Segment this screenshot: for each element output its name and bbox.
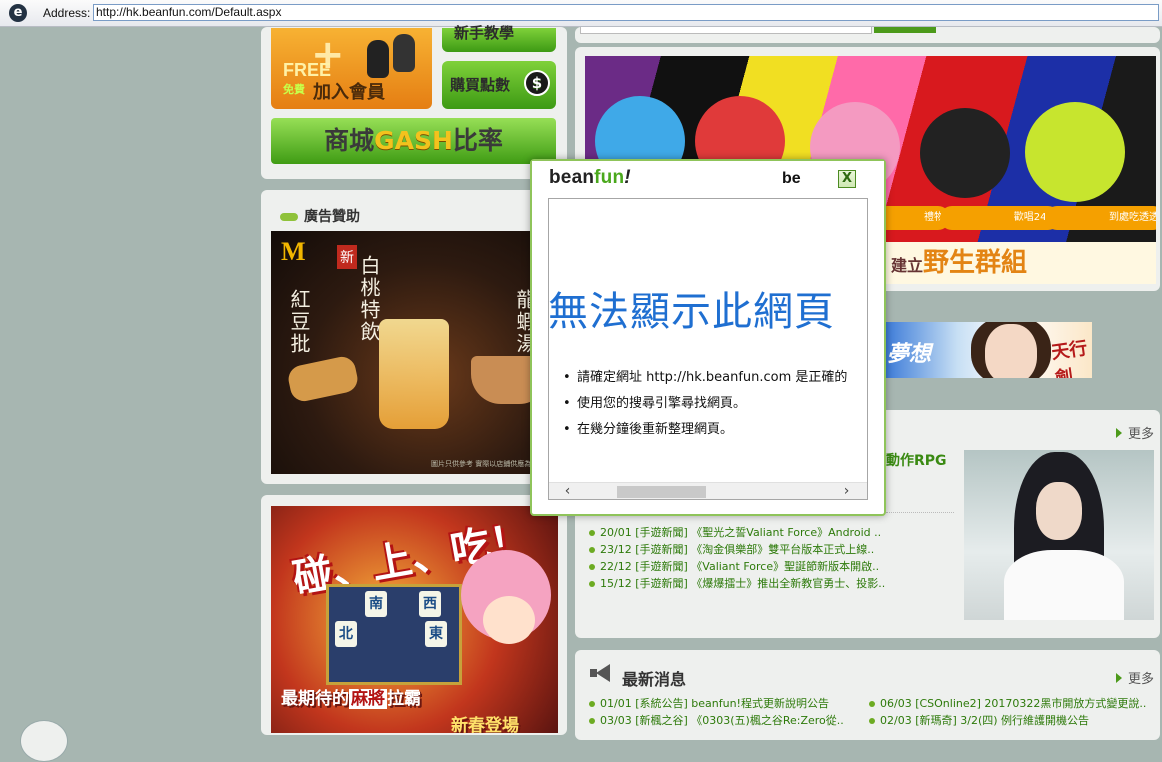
tile-2: 西 (419, 591, 441, 617)
join-member-button[interactable]: + FREE 免費 加入會員 (271, 28, 432, 109)
wild-prefix: 建立 (891, 256, 924, 275)
beanfun-logo: beanfun! (549, 167, 631, 189)
news-item[interactable]: 06/03 [CSOnline2] 20170322黑市開放方式變更說.. (869, 695, 1156, 712)
free-sub-label: 免費 (283, 83, 305, 96)
error-suggestions: 請確定網址 http://hk.beanfun.com 是正確的 使用您的搜尋引… (577, 369, 847, 447)
search-button[interactable] (874, 27, 936, 33)
logo-bean: bean (549, 167, 595, 188)
green-mascot-image (1025, 102, 1125, 202)
address-bar: e Address: http://hk.beanfun.com/Default… (0, 0, 1162, 27)
horizontal-scrollbar[interactable]: ‹ › (549, 482, 867, 499)
character-robe (1004, 550, 1124, 620)
dream-game-ad[interactable]: 夢想 天行劍 (885, 322, 1092, 378)
ad-fineprint: 圖片只供參考 實際以店鋪供應為準 (431, 460, 539, 468)
ad-section-label: 廣告贊助 (304, 209, 360, 225)
address-label: Address: (43, 6, 91, 20)
rpg-character-image[interactable] (964, 450, 1154, 620)
join-label: 加入會員 (313, 82, 385, 103)
popup-content-frame: 無法顯示此網頁 請確定網址 http://hk.beanfun.com 是正確的… (548, 198, 868, 500)
dream-face-image (985, 324, 1037, 378)
scroll-to-top-button[interactable] (20, 720, 68, 762)
wild-group-title: 建立野生群組 (891, 242, 1027, 279)
buy-points-button[interactable]: 購買點數 $ (442, 61, 556, 109)
tutorial-label: 新手教學 (454, 24, 515, 42)
pill-icon (280, 213, 298, 221)
character-face (1036, 482, 1082, 540)
news-item[interactable]: 03/03 [新楓之谷] 《0303(五)楓之谷Re:Zero從.. (589, 712, 859, 729)
popup-header: beanfun! be X (532, 161, 884, 197)
ad-text-red-bean-pie: 紅豆批 (287, 289, 311, 355)
news-item[interactable]: 22/12 [手遊新聞] 《Valiant Force》聖誕節新版本開啟.. (589, 558, 889, 575)
gash-suffix: 比率 (452, 126, 503, 155)
dream-ad-title: 天行劍 (1050, 337, 1089, 378)
pie-image (286, 354, 360, 404)
megaphone-icon (590, 664, 612, 682)
dream-ad-text: 夢想 (887, 342, 932, 367)
black-mascot-image (920, 108, 1010, 198)
banner-pill-3: 到處吃透透 (1045, 206, 1156, 230)
tile-3: 北 (335, 621, 357, 647)
ad-section-title: 廣告贊助 (280, 206, 360, 226)
login-popup: beanfun! be X 無法顯示此網頁 請確定網址 http://hk.be… (530, 159, 886, 516)
latest-news-title: 最新消息 (622, 670, 687, 689)
new-badge: 新 (337, 245, 357, 269)
tile-4: 東 (425, 621, 447, 647)
error-suggestion: 使用您的搜尋引擎尋找網頁。 (577, 395, 847, 421)
logo-fun: fun (594, 167, 625, 188)
news-item[interactable]: 15/12 [手遊新聞] 《爆爆擂士》推出全新教官勇士、投影.. (589, 575, 889, 592)
error-suggestion: 在幾分鐘後重新整理網頁。 (577, 421, 847, 447)
mcdonalds-ad-image[interactable]: M 新 紅豆批 白桃特飲 龍蝦湯 圖片只供參考 實際以店鋪供應為準 (271, 231, 558, 474)
gash-prefix: 商城 (324, 126, 375, 155)
tutorial-button[interactable]: 新手教學 (442, 24, 556, 52)
game-news-list: 20/01 [手遊新聞] 《聖光之誓Valiant Force》Android … (589, 524, 889, 592)
gash-rate-button[interactable]: 商城GASH比率 (271, 118, 556, 164)
dollar-coin-icon: $ (524, 70, 550, 96)
buy-points-label: 購買點數 (450, 76, 511, 94)
drink-image (379, 319, 449, 429)
scroll-left-icon[interactable]: ‹ (559, 483, 576, 499)
more-link-news[interactable]: 更多 (1116, 668, 1154, 687)
mcdonalds-logo: M (281, 237, 306, 266)
news-item[interactable]: 02/03 [新瑪奇] 3/2(四) 例行維護開機公告 (869, 712, 1156, 729)
mahjong-slot-ad-image[interactable]: 碰、上、吃！ 南 西 北 東 最期待的 麻將 拉霸 新春登場 (271, 506, 558, 733)
game-ad-text-pre: 最期待的 (281, 689, 349, 709)
game-ad-bottom-text: 最期待的 麻將 拉霸 (281, 684, 421, 709)
more-link-games[interactable]: 更多 (1116, 423, 1154, 442)
latest-news-right: 06/03 [CSOnline2] 20170322黑市開放方式變更說.. 02… (869, 695, 1156, 729)
error-suggestion: 請確定網址 http://hk.beanfun.com 是正確的 (577, 369, 847, 395)
penguin-icon (367, 40, 389, 78)
be-label: be (782, 170, 801, 187)
mahjong-tiles-image: 南 西 北 東 (326, 584, 462, 685)
news-item[interactable]: 23/12 [手遊新聞] 《淘金俱樂部》雙平台版本正式上線.. (589, 541, 889, 558)
news-item[interactable]: 20/01 [手遊新聞] 《聖光之誓Valiant Force》Android … (589, 524, 889, 541)
rpg-label[interactable]: 動作RPG (886, 450, 947, 470)
tile-1: 南 (365, 591, 387, 617)
banner-pill-2: 歡唱24H (940, 206, 1060, 230)
logo-bang: ! (624, 167, 631, 188)
divider (886, 512, 954, 513)
game-ad-text-highlight: 麻將 (349, 689, 387, 709)
gash-brand: GASH (374, 126, 453, 155)
search-input[interactable] (580, 27, 872, 34)
girl-face-image (483, 596, 535, 644)
address-input[interactable]: http://hk.beanfun.com/Default.aspx (93, 4, 1159, 21)
game-ad-spring: 新春登場 (451, 716, 519, 733)
close-button[interactable]: X (838, 170, 856, 188)
error-title: 無法顯示此網頁 (548, 289, 835, 335)
scroll-right-icon[interactable]: › (838, 483, 855, 499)
penguin-icon (393, 34, 415, 72)
news-item[interactable]: 01/01 [系統公告] beanfun!程式更新說明公告 (589, 695, 859, 712)
latest-news-left: 01/01 [系統公告] beanfun!程式更新說明公告 03/03 [新楓之… (589, 695, 859, 729)
ie-icon[interactable]: e (9, 4, 27, 22)
game-ad-text-post: 拉霸 (387, 689, 421, 709)
scroll-thumb[interactable] (617, 486, 706, 498)
wild-title-text: 野生群組 (923, 248, 1028, 278)
